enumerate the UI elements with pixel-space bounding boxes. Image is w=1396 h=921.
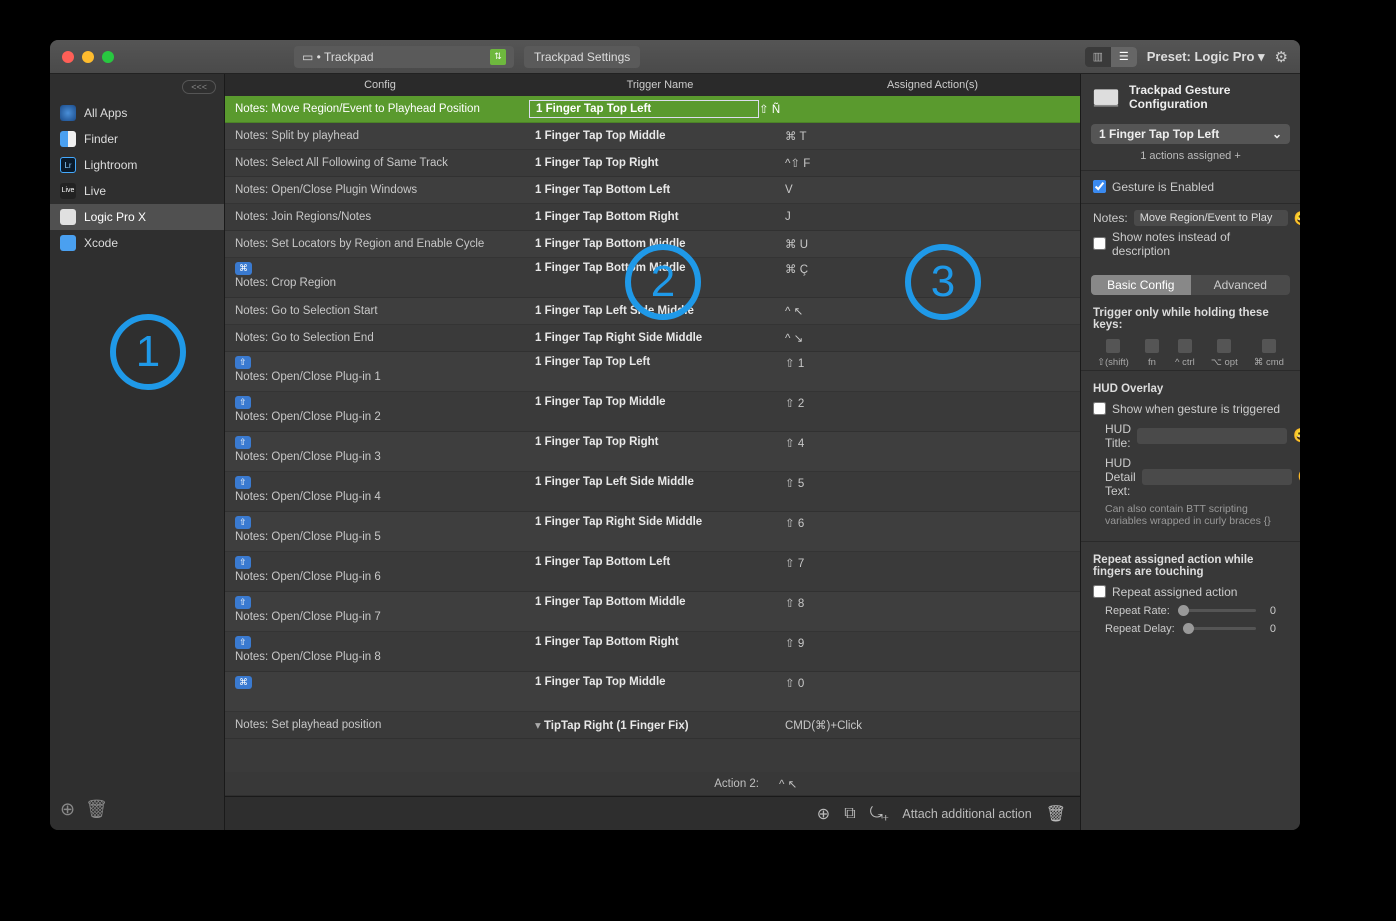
gear-icon[interactable]: ⚙ <box>1275 48 1288 66</box>
emoji-picker-icon[interactable]: 😀 <box>1294 210 1300 227</box>
finder-icon <box>60 131 76 147</box>
list-view-icon[interactable]: ☰ <box>1111 47 1137 67</box>
table-row[interactable]: Notes: Select All Following of Same Trac… <box>225 150 1080 177</box>
device-select[interactable]: ▭ • Trackpad ⇅ <box>294 46 514 68</box>
repeat-section-title: Repeat assigned action while fingers are… <box>1093 548 1288 582</box>
table-row[interactable]: Notes: Go to Selection End1 Finger Tap R… <box>225 325 1080 352</box>
notes-label: Notes: <box>1093 211 1128 225</box>
table-row[interactable]: Notes: Move Region/Event to Playhead Pos… <box>225 96 1080 123</box>
tab-basic[interactable]: Basic Config <box>1091 275 1191 295</box>
table-row[interactable]: ⇧Notes: Open/Close Plug-in 71 Finger Tap… <box>225 592 1080 632</box>
trackpad-icon <box>1093 87 1119 109</box>
emoji-picker-icon[interactable]: 😀 <box>1293 427 1300 444</box>
repeat-rate-label: Repeat Rate: <box>1105 605 1170 617</box>
table-row[interactable]: Notes: Go to Selection Start1 Finger Tap… <box>225 298 1080 325</box>
table-row[interactable]: ⇧Notes: Open/Close Plug-in 61 Finger Tap… <box>225 552 1080 592</box>
gesture-select[interactable]: 1 Finger Tap Top Left ⌄ <box>1091 124 1290 144</box>
globe-icon <box>60 105 76 121</box>
table-row[interactable]: Notes: Set Locators by Region and Enable… <box>225 231 1080 258</box>
add-trigger-button[interactable]: ⊕ <box>817 804 830 824</box>
actions-assigned-label[interactable]: 1 actions assigned + <box>1081 148 1300 170</box>
table-row[interactable]: Notes: Join Regions/Notes1 Finger Tap Bo… <box>225 204 1080 231</box>
hud-detail-label: HUD Detail Text: <box>1105 456 1136 498</box>
repeat-delay-label: Repeat Delay: <box>1105 623 1175 635</box>
sidebar-item-all-apps[interactable]: All Apps <box>50 100 224 126</box>
titlebar: ▭ • Trackpad ⇅ Trackpad Settings ▥ ☰ Pre… <box>50 40 1300 74</box>
table-row[interactable]: Notes: Open/Close Plugin Windows1 Finger… <box>225 177 1080 204</box>
column-headers: Config Trigger Name Assigned Action(s) <box>225 74 1080 96</box>
sidebar-item-live[interactable]: LiveLive <box>50 178 224 204</box>
hud-detail-input[interactable] <box>1142 469 1292 485</box>
add-app-button[interactable]: ⊕ <box>60 799 75 820</box>
action-subrow[interactable]: Action 2: ^ ↖ <box>225 772 1080 796</box>
table-row[interactable]: ⇧Notes: Open/Close Plug-in 51 Finger Tap… <box>225 512 1080 552</box>
gesture-enabled-checkbox[interactable]: Gesture is Enabled <box>1093 177 1288 197</box>
rows-container[interactable]: Notes: Move Region/Event to Playhead Pos… <box>225 96 1080 772</box>
show-notes-checkbox[interactable]: Show notes instead of description <box>1093 227 1288 261</box>
chevron-updown-icon: ⇅ <box>490 49 506 65</box>
header-action[interactable]: Assigned Action(s) <box>785 74 1080 96</box>
emoji-picker-icon[interactable]: 😀 <box>1298 468 1300 485</box>
chevron-down-icon: ⌄ <box>1272 127 1282 141</box>
hud-help-text: Can also contain BTT scripting variables… <box>1093 501 1288 535</box>
modifier-checkbox[interactable]: ⌘ cmd <box>1254 339 1284 368</box>
live-icon: Live <box>60 183 76 199</box>
modifier-checkbox[interactable]: fn <box>1145 339 1159 368</box>
inspector-title: Trackpad Gesture Configuration <box>1129 84 1288 112</box>
trigger-modifier-label: Trigger only while holding these keys: <box>1081 301 1300 335</box>
header-config[interactable]: Config <box>225 74 535 96</box>
view-toggle[interactable]: ▥ ☰ <box>1085 47 1137 67</box>
repeat-action-checkbox[interactable]: Repeat assigned action <box>1093 582 1288 602</box>
table-row[interactable]: ⇧Notes: Open/Close Plug-in 41 Finger Tap… <box>225 472 1080 512</box>
modifier-checkbox[interactable]: ^ ctrl <box>1175 339 1195 368</box>
notes-input[interactable] <box>1134 210 1288 226</box>
traffic-lights <box>62 51 114 63</box>
hud-title-input[interactable] <box>1137 428 1287 444</box>
table-row[interactable]: ⇧Notes: Open/Close Plug-in 81 Finger Tap… <box>225 632 1080 672</box>
sidebar-item-logic-pro[interactable]: Logic Pro X <box>50 204 224 230</box>
hud-show-checkbox[interactable]: Show when gesture is triggered <box>1093 399 1288 419</box>
device-label: • Trackpad <box>317 50 374 64</box>
hud-section-title: HUD Overlay <box>1093 377 1288 399</box>
close-icon[interactable] <box>62 51 74 63</box>
modifier-keys: ⇧(shift) fn ^ ctrl ⌥ opt ⌘ cmd <box>1081 335 1300 370</box>
table-row[interactable]: Notes: Split by playhead1 Finger Tap Top… <box>225 123 1080 150</box>
sidebar-item-lightroom[interactable]: LrLightroom <box>50 152 224 178</box>
app-window: ▭ • Trackpad ⇅ Trackpad Settings ▥ ☰ Pre… <box>50 40 1300 830</box>
preset-select[interactable]: Preset: Logic Pro ▾ <box>1147 49 1265 65</box>
table-row[interactable]: ⇧Notes: Open/Close Plug-in 21 Finger Tap… <box>225 392 1080 432</box>
header-trigger[interactable]: Trigger Name <box>535 74 785 96</box>
minimize-icon[interactable] <box>82 51 94 63</box>
trigger-list: Config Trigger Name Assigned Action(s) N… <box>225 74 1080 830</box>
columns-view-icon[interactable]: ▥ <box>1085 47 1111 67</box>
modifier-checkbox[interactable]: ⌥ opt <box>1211 339 1238 368</box>
modifier-checkbox[interactable]: ⇧(shift) <box>1097 339 1129 368</box>
inspector: Trackpad Gesture Configuration 1 Finger … <box>1080 74 1300 830</box>
table-row[interactable]: ⇧Notes: Open/Close Plug-in 11 Finger Tap… <box>225 352 1080 392</box>
delete-trigger-button[interactable]: 🗑 <box>1046 804 1066 824</box>
zoom-icon[interactable] <box>102 51 114 63</box>
center-footer: ⊕ ⧉ ⤿₊ Attach additional action 🗑 <box>225 796 1080 830</box>
repeat-rate-slider[interactable] <box>1178 609 1256 612</box>
group-button[interactable]: ⧉ <box>844 805 855 823</box>
tab-advanced[interactable]: Advanced <box>1191 275 1291 295</box>
attach-action-icon[interactable]: ⤿₊ <box>870 805 889 823</box>
table-row[interactable]: ⌘1 Finger Tap Top Middle⇧ 0 <box>225 672 1080 712</box>
repeat-delay-slider[interactable] <box>1183 627 1256 630</box>
delete-app-button[interactable]: 🗑 <box>85 799 108 820</box>
sidebar-item-finder[interactable]: Finder <box>50 126 224 152</box>
logic-icon <box>60 209 76 225</box>
sidebar: <<< All Apps Finder LrLightroom LiveLive… <box>50 74 225 830</box>
attach-action-label[interactable]: Attach additional action <box>902 807 1031 821</box>
hud-title-label: HUD Title: <box>1105 422 1131 450</box>
lightroom-icon: Lr <box>60 157 76 173</box>
sidebar-item-xcode[interactable]: Xcode <box>50 230 224 256</box>
table-row[interactable]: ⇧Notes: Open/Close Plug-in 31 Finger Tap… <box>225 432 1080 472</box>
back-button[interactable]: <<< <box>182 80 216 94</box>
xcode-icon <box>60 235 76 251</box>
config-tabs: Basic Config Advanced <box>1091 275 1290 295</box>
table-row[interactable]: Notes: Set playhead position▾ TipTap Rig… <box>225 712 1080 739</box>
trackpad-settings-button[interactable]: Trackpad Settings <box>524 46 640 68</box>
table-row[interactable]: ⌘Notes: Crop Region1 Finger Tap Bottom M… <box>225 258 1080 298</box>
